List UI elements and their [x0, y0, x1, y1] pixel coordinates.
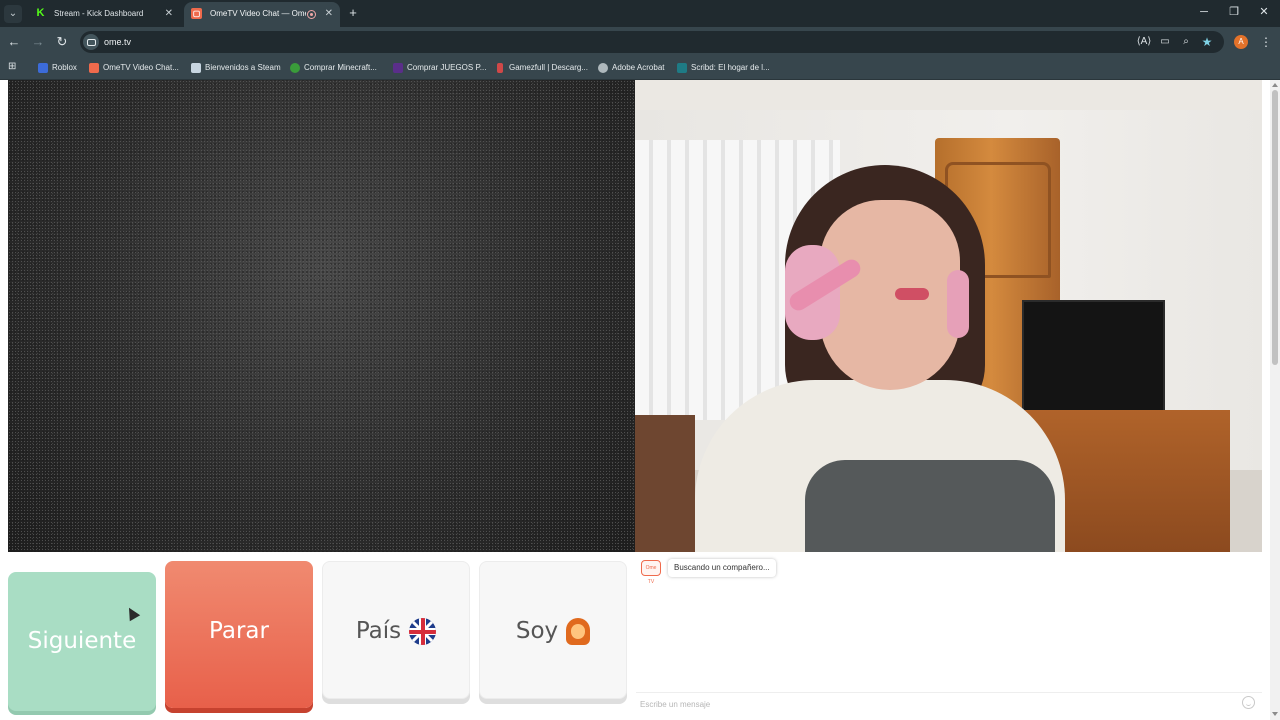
cast-icon[interactable]: ▭ — [1157, 34, 1173, 50]
bookmark-scribd[interactable]: Scribd: El hogar de l... — [677, 60, 770, 76]
forward-icon[interactable]: → — [30, 34, 46, 50]
next-button[interactable]: Siguiente — [8, 572, 156, 711]
scroll-down-icon[interactable] — [1272, 712, 1278, 716]
person-face — [820, 200, 960, 390]
bookmark-acrobat[interactable]: Adobe Acrobat — [598, 60, 664, 76]
url-text[interactable]: ome.tv — [104, 31, 131, 53]
local-camera-video — [635, 80, 1262, 552]
stop-button[interactable]: Parar — [165, 561, 313, 708]
zoom-icon[interactable]: ⌕ — [1178, 34, 1194, 50]
translate-icon[interactable]: ⟨A⟩ — [1136, 34, 1152, 50]
scroll-thumb[interactable] — [1272, 90, 1278, 365]
chat-controls: Siguiente Parar País Soy — [8, 561, 630, 711]
close-window-icon[interactable]: ✕ — [1256, 4, 1272, 20]
television — [1022, 300, 1165, 420]
scroll-up-icon[interactable] — [1272, 83, 1278, 87]
bookmark-label: Comprar Minecraft... — [304, 63, 377, 72]
bookmark-ometv[interactable]: OmeTV Video Chat... — [89, 60, 179, 76]
browser-toolbar: ← → ↻ ome.tv ⟨A⟩ ▭ ⌕ ★ A ⋮ — [0, 27, 1280, 57]
stop-label: Parar — [209, 618, 269, 644]
gamezfull-icon — [497, 63, 503, 73]
tab-strip: ⌄ K Stream - Kick Dashboard ✕ ▢ OmeTV Vi… — [0, 0, 1280, 27]
bookmark-steam[interactable]: Bienvenidos a Steam — [191, 60, 281, 76]
remote-video-static — [8, 80, 635, 552]
profile-avatar[interactable]: A — [1234, 35, 1248, 49]
game-icon — [393, 63, 403, 73]
bookmark-roblox[interactable]: Roblox — [38, 60, 77, 76]
headset-right-ear — [947, 270, 969, 338]
back-icon[interactable]: ← — [6, 34, 22, 50]
emoji-icon[interactable] — [1242, 696, 1255, 709]
reload-icon[interactable]: ↻ — [54, 34, 70, 50]
chat-status-message: Buscando un compañero... — [668, 559, 776, 577]
tab-title: Stream - Kick Dashboard — [54, 9, 144, 18]
video-noise — [8, 80, 635, 552]
steam-icon — [191, 63, 201, 73]
address-bar[interactable]: ome.tv ⟨A⟩ ▭ ⌕ ★ — [80, 31, 1224, 53]
bookmark-label: Scribd: El hogar de l... — [691, 63, 770, 72]
bookmark-minecraft[interactable]: Comprar Minecraft... — [290, 60, 377, 76]
bookmark-star-icon[interactable]: ★ — [1199, 34, 1215, 50]
desk — [635, 415, 695, 552]
roblox-icon — [38, 63, 48, 73]
person-lips — [895, 288, 929, 300]
bookmarks-bar: ⊞ Roblox OmeTV Video Chat... Bienvenidos… — [0, 57, 1280, 80]
woman-emoji-icon — [566, 618, 591, 645]
xbox-icon — [290, 63, 300, 73]
bookmark-label: Bienvenidos a Steam — [205, 63, 281, 72]
message-input[interactable] — [640, 696, 1236, 712]
shirt-print — [805, 460, 1055, 552]
gender-label: Soy — [515, 618, 559, 644]
scribd-icon — [677, 63, 687, 73]
tab-ometv[interactable]: ▢ OmeTV Video Chat — Ome ✕ — [184, 2, 340, 27]
page-scrollbar[interactable] — [1270, 80, 1280, 720]
tab-title: OmeTV Video Chat — Ome — [210, 9, 306, 18]
bookmark-label: OmeTV Video Chat... — [103, 63, 179, 72]
apps-grid-icon[interactable]: ⊞ — [8, 61, 19, 72]
bookmark-label: Gamezfull | Descarg... — [509, 63, 588, 72]
country-button[interactable]: País — [322, 561, 470, 699]
site-info-icon[interactable] — [83, 34, 99, 50]
bookmark-gamezfull[interactable]: Gamezfull | Descarg... — [495, 60, 588, 76]
recording-icon — [307, 10, 316, 19]
kick-icon: K — [36, 7, 45, 19]
next-label: Siguiente — [27, 628, 137, 654]
chat-panel: Ome TV Buscando un compañero... — [636, 554, 1262, 717]
minimize-icon[interactable]: ─ — [1196, 4, 1212, 20]
uk-flag-icon — [409, 618, 437, 645]
restore-icon[interactable]: ❐ — [1226, 4, 1242, 20]
acrobat-icon — [598, 63, 608, 73]
ometv-icon — [89, 63, 99, 73]
bookmark-juegos[interactable]: Comprar JUEGOS P... — [393, 60, 486, 76]
close-icon[interactable]: ✕ — [325, 2, 333, 25]
bookmark-label: Roblox — [52, 63, 77, 72]
bookmark-label: Adobe Acrobat — [612, 63, 665, 72]
tab-search-chevron-icon[interactable]: ⌄ — [4, 5, 22, 23]
ometv-page: Siguiente Parar País Soy Ome TV Buscando… — [0, 80, 1270, 720]
menu-icon[interactable]: ⋮ — [1260, 34, 1272, 50]
chat-input-row — [636, 692, 1262, 714]
country-label: País — [355, 618, 402, 644]
tab-kick-dashboard[interactable]: K Stream - Kick Dashboard ✕ — [28, 2, 180, 27]
gender-button[interactable]: Soy — [479, 561, 627, 699]
new-tab-button[interactable]: + — [346, 4, 360, 22]
ometv-logo: Ome TV — [641, 560, 661, 585]
close-icon[interactable]: ✕ — [165, 2, 173, 25]
ometv-icon: ▢ — [191, 8, 202, 19]
bookmark-label: Comprar JUEGOS P... — [407, 63, 487, 72]
